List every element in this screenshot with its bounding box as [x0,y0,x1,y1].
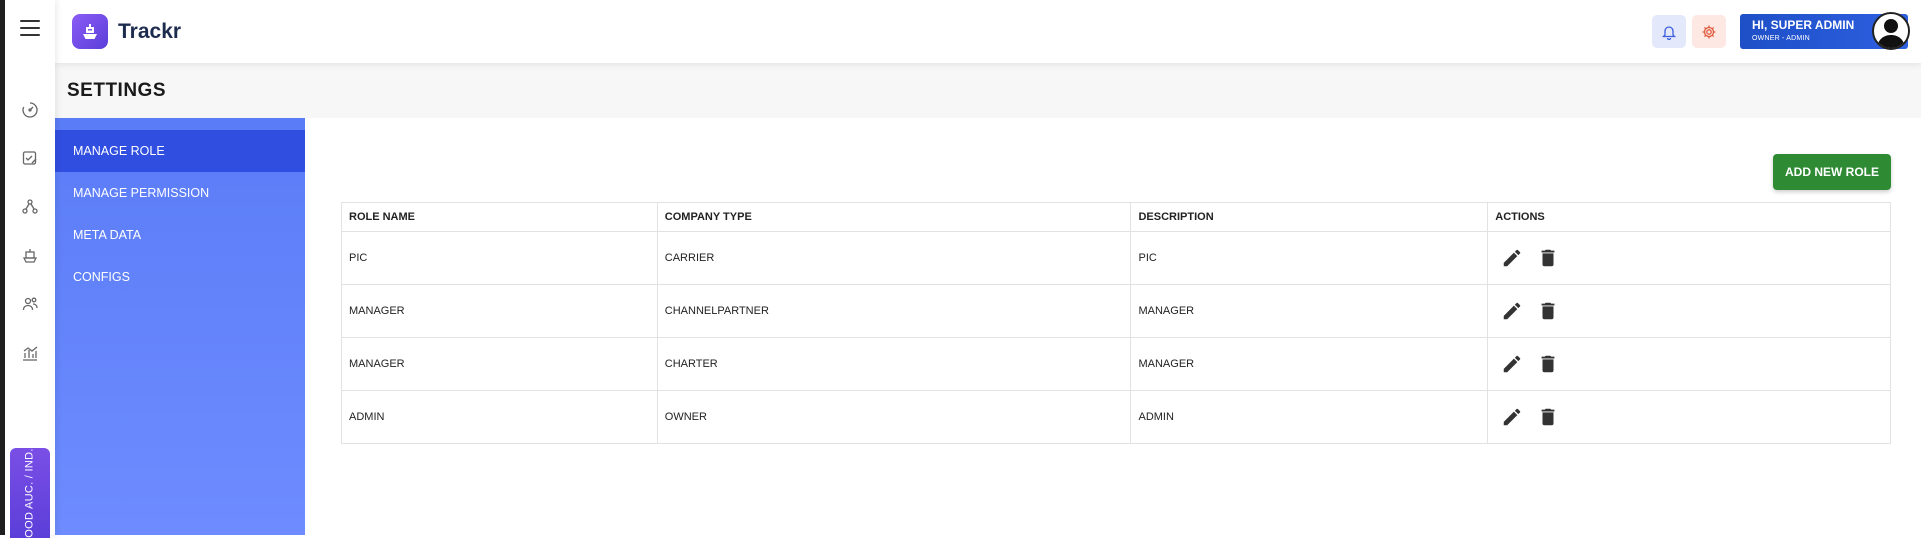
cell-company-type: CHARTER [656,337,1132,391]
cell-role-name: MANAGER [341,284,658,338]
edit-icon[interactable] [1501,300,1523,322]
table-header-row: ROLE NAME COMPANY TYPE DESCRIPTION ACTIO… [341,202,1891,232]
cell-role-name: PIC [341,231,658,285]
cell-description: PIC [1130,231,1489,285]
edit-icon[interactable] [1501,353,1523,375]
edit-icon[interactable] [1501,406,1523,428]
top-bar: Trackr HI, SUPER ADMIN OWNER - ADMIN [55,0,1921,63]
delete-icon[interactable] [1537,353,1559,375]
page-header: SETTINGS [55,63,1921,118]
table-row: ADMIN OWNER ADMIN [341,390,1891,444]
cell-actions [1487,231,1891,285]
column-header-company-type[interactable]: COMPANY TYPE [656,202,1132,232]
notifications-button[interactable] [1652,15,1686,48]
user-avatar-icon [1872,12,1910,50]
users-icon[interactable] [21,295,39,313]
table-row: PIC CARRIER PIC [341,231,1891,285]
dashboard-icon[interactable] [21,101,39,119]
timezone-label: OOD AUC. / IND. [24,448,36,538]
delete-icon[interactable] [1537,247,1559,269]
chart-icon[interactable] [21,344,39,362]
sidebar-item-configs[interactable]: CONFIGS [55,256,305,298]
gear-icon [1702,25,1716,38]
column-header-actions: ACTIONS [1487,202,1891,232]
icon-rail: OOD AUC. / IND. [5,0,55,538]
cell-actions [1487,337,1891,391]
cell-company-type: CHANNELPARTNER [656,284,1132,338]
user-profile-card[interactable]: HI, SUPER ADMIN OWNER - ADMIN [1740,12,1910,50]
sidebar-item-manage-permission[interactable]: MANAGE PERMISSION [55,172,305,214]
network-icon[interactable] [21,198,39,216]
sidebar-item-meta-data[interactable]: META DATA [55,214,305,256]
main-content: ADD NEW ROLE ROLE NAME COMPANY TYPE DESC… [305,118,1921,535]
app-name: Trackr [118,19,182,43]
sidebar-item-label: META DATA [73,228,142,242]
cell-actions [1487,284,1891,338]
ship-icon[interactable] [21,247,39,265]
cell-role-name: MANAGER [341,337,658,391]
checklist-icon[interactable] [21,149,39,167]
delete-icon[interactable] [1537,300,1559,322]
column-header-role-name[interactable]: ROLE NAME [341,202,658,232]
hamburger-menu-icon[interactable] [20,20,40,36]
sidebar-item-manage-role[interactable]: MANAGE ROLE [55,130,305,172]
sidebar-item-label: MANAGE ROLE [73,144,165,158]
add-new-role-button[interactable]: ADD NEW ROLE [1773,154,1891,190]
sidebar-item-label: MANAGE PERMISSION [73,186,210,200]
roles-table: ROLE NAME COMPANY TYPE DESCRIPTION ACTIO… [341,202,1891,444]
brand[interactable]: Trackr [72,14,181,49]
timezone-tab[interactable]: OOD AUC. / IND. [10,448,50,538]
cell-company-type: CARRIER [656,231,1132,285]
delete-icon[interactable] [1537,406,1559,428]
edit-icon[interactable] [1501,247,1523,269]
sidebar-item-label: CONFIGS [73,270,130,284]
cell-description: ADMIN [1130,390,1489,444]
table-row: MANAGER CHARTER MANAGER [341,337,1891,391]
cell-role-name: ADMIN [341,390,658,444]
cell-actions [1487,390,1891,444]
page-title: SETTINGS [67,80,167,101]
trackr-logo-icon [72,14,108,49]
settings-button[interactable] [1692,15,1726,48]
column-header-description[interactable]: DESCRIPTION [1130,202,1489,232]
cell-company-type: OWNER [656,390,1132,444]
settings-sidebar: MANAGE ROLE MANAGE PERMISSION META DATA … [55,118,305,535]
cell-description: MANAGER [1130,337,1489,391]
user-greeting: HI, SUPER ADMIN [1752,18,1855,32]
bell-icon [1661,25,1677,40]
user-role: OWNER - ADMIN [1752,35,1810,42]
cell-description: MANAGER [1130,284,1489,338]
table-row: MANAGER CHANNELPARTNER MANAGER [341,284,1891,338]
